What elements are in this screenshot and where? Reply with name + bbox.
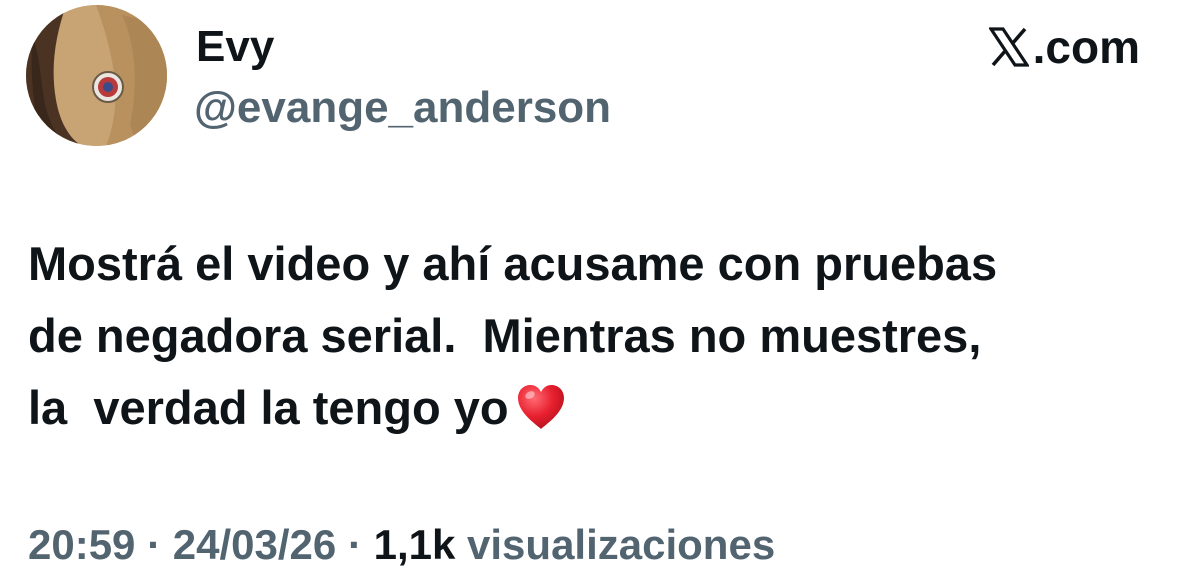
- display-name[interactable]: Evy: [196, 22, 274, 72]
- tweet-time[interactable]: 20:59: [28, 521, 135, 568]
- tweet-meta: 20:59 · 24/03/26 · 1,1k visualizaciones: [28, 520, 775, 570]
- avatar[interactable]: [26, 5, 167, 146]
- tweet-text-line: Mostrá el video y ahí acusame con prueba…: [28, 237, 998, 290]
- meta-separator: ·: [347, 521, 362, 568]
- tweet-text-line: de negadora serial. Mientras no muestres…: [28, 309, 982, 362]
- meta-separator: ·: [147, 521, 162, 568]
- x-logo-icon: [988, 27, 1029, 67]
- source-watermark: .com: [988, 21, 1140, 73]
- views-label: visualizaciones: [467, 521, 776, 568]
- tweet-text: Mostrá el video y ahí acusame con prueba…: [28, 228, 1178, 444]
- avatar-image: [26, 5, 167, 146]
- tweet-text-fragment: la verdad la tengo yo: [28, 381, 509, 434]
- user-handle[interactable]: @evange_anderson: [194, 83, 611, 133]
- views-count: 1,1k: [373, 521, 456, 568]
- tweet-card: Evy @evange_anderson .com Mostrá el vide…: [0, 0, 1200, 576]
- tweet-date[interactable]: 24/03/26: [173, 521, 337, 568]
- heart-icon: [515, 382, 567, 432]
- source-domain: .com: [1032, 21, 1140, 73]
- tweet-text-line-last: la verdad la tengo yo: [28, 372, 1178, 444]
